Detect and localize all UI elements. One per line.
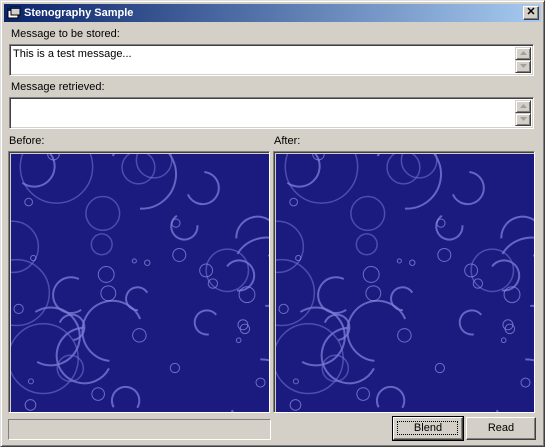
after-image	[273, 151, 535, 413]
scroll-down-button[interactable]	[515, 113, 531, 126]
retrieved-message-input[interactable]	[9, 97, 534, 129]
arrow-up-icon	[520, 51, 527, 55]
scroll-up-button[interactable]	[515, 100, 531, 113]
focus-rectangle	[397, 421, 458, 435]
stored-message-scrollbar[interactable]	[515, 47, 531, 73]
title-bar[interactable]: Stenography Sample ✕	[4, 4, 541, 22]
retrieved-message-label: Message retrieved:	[11, 81, 105, 93]
after-label: After:	[274, 135, 301, 147]
scroll-up-button[interactable]	[515, 47, 531, 60]
retrieved-message-scrollbar[interactable]	[515, 100, 531, 126]
window-title: Stenography Sample	[24, 7, 134, 19]
arrow-down-icon	[520, 117, 527, 121]
app-icon	[7, 6, 21, 19]
scroll-down-button[interactable]	[515, 60, 531, 73]
stored-message-input[interactable]: This is a test message...	[9, 44, 534, 76]
close-icon: ✕	[526, 6, 536, 18]
before-image-canvas	[11, 154, 269, 412]
close-button[interactable]: ✕	[523, 6, 539, 20]
before-image	[8, 151, 270, 413]
read-button[interactable]: Read	[466, 417, 536, 440]
stored-message-text: This is a test message...	[13, 48, 132, 60]
image-background	[11, 154, 269, 412]
main-window: Stenography Sample ✕ Message to be store…	[0, 0, 545, 447]
arrow-up-icon	[520, 104, 527, 108]
status-bar	[8, 419, 271, 440]
read-button-label: Read	[487, 422, 515, 434]
image-background	[276, 154, 534, 412]
arrow-down-icon	[520, 64, 527, 68]
stored-message-label: Message to be stored:	[11, 28, 120, 40]
before-label: Before:	[9, 135, 45, 147]
blend-button[interactable]: Blend	[392, 416, 464, 441]
after-image-canvas	[276, 154, 534, 412]
